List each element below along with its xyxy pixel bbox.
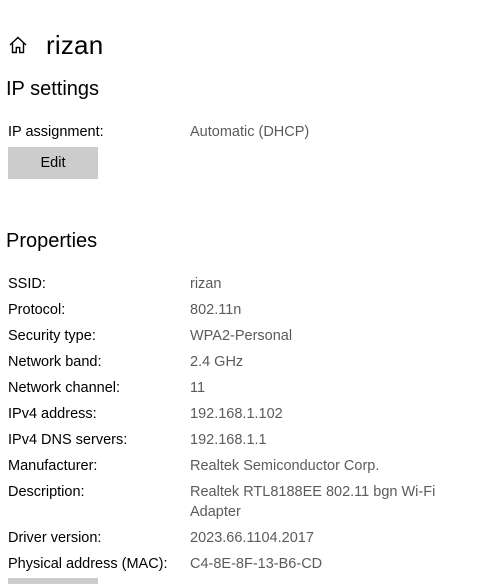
property-row-mac: Physical address (MAC): C4-8E-8F-13-B6-C… <box>8 554 488 574</box>
ip-settings-title: IP settings <box>6 78 100 100</box>
ip-assignment-label: IP assignment: <box>8 124 104 140</box>
property-label: SSID: <box>8 276 46 292</box>
property-row-network-channel: Network channel: 11 <box>8 378 488 398</box>
home-icon[interactable] <box>6 33 30 57</box>
properties-title: Properties <box>6 230 98 252</box>
property-value: C4-8E-8F-13-B6-CD <box>190 556 323 572</box>
property-label: IPv4 address: <box>8 406 97 422</box>
edit-button[interactable]: Edit <box>8 147 98 179</box>
property-row-network-band: Network band: 2.4 GHz <box>8 352 488 372</box>
property-label: Physical address (MAC): <box>8 556 168 572</box>
property-label: Network channel: <box>8 380 121 396</box>
property-row-ssid: SSID: rizan <box>8 274 488 294</box>
property-row-manufacturer: Manufacturer: Realtek Semiconductor Corp… <box>8 456 488 476</box>
property-row-protocol: Protocol: 802.11n <box>8 300 488 320</box>
property-value: 11 <box>190 380 206 396</box>
property-value: Realtek Semiconductor Corp. <box>190 458 380 474</box>
property-value: 2023.66.1104.2017 <box>190 530 314 546</box>
property-value: WPA2-Personal <box>190 328 293 344</box>
property-row-security-type: Security type: WPA2-Personal <box>8 326 488 346</box>
property-value: Realtek RTL8188EE 802.11 bgn Wi-Fi Adapt… <box>190 484 436 520</box>
property-row-ipv4-dns: IPv4 DNS servers: 192.168.1.1 <box>8 430 488 450</box>
page-header: rizan <box>6 28 103 62</box>
copy-button[interactable] <box>8 578 98 584</box>
page-title: rizan <box>46 29 104 60</box>
ip-assignment-value: Automatic (DHCP) <box>190 124 310 140</box>
property-label: Security type: <box>8 328 96 344</box>
property-row-ipv4-address: IPv4 address: 192.168.1.102 <box>8 404 488 424</box>
property-label: IPv4 DNS servers: <box>8 432 128 448</box>
property-label: Driver version: <box>8 530 102 546</box>
property-value: 192.168.1.102 <box>190 406 283 422</box>
property-value: 802.11n <box>190 302 242 318</box>
property-row-description: Description: Realtek RTL8188EE 802.11 bg… <box>8 482 488 522</box>
property-value: rizan <box>190 276 222 292</box>
property-row-driver-version: Driver version: 2023.66.1104.2017 <box>8 528 488 548</box>
property-value: 2.4 GHz <box>190 354 244 370</box>
property-value: 192.168.1.1 <box>190 432 267 448</box>
ip-assignment-row: IP assignment: Automatic (DHCP) <box>8 122 488 142</box>
property-label: Description: <box>8 484 85 500</box>
property-label: Protocol: <box>8 302 66 318</box>
property-label: Network band: <box>8 354 102 370</box>
property-label: Manufacturer: <box>8 458 98 474</box>
